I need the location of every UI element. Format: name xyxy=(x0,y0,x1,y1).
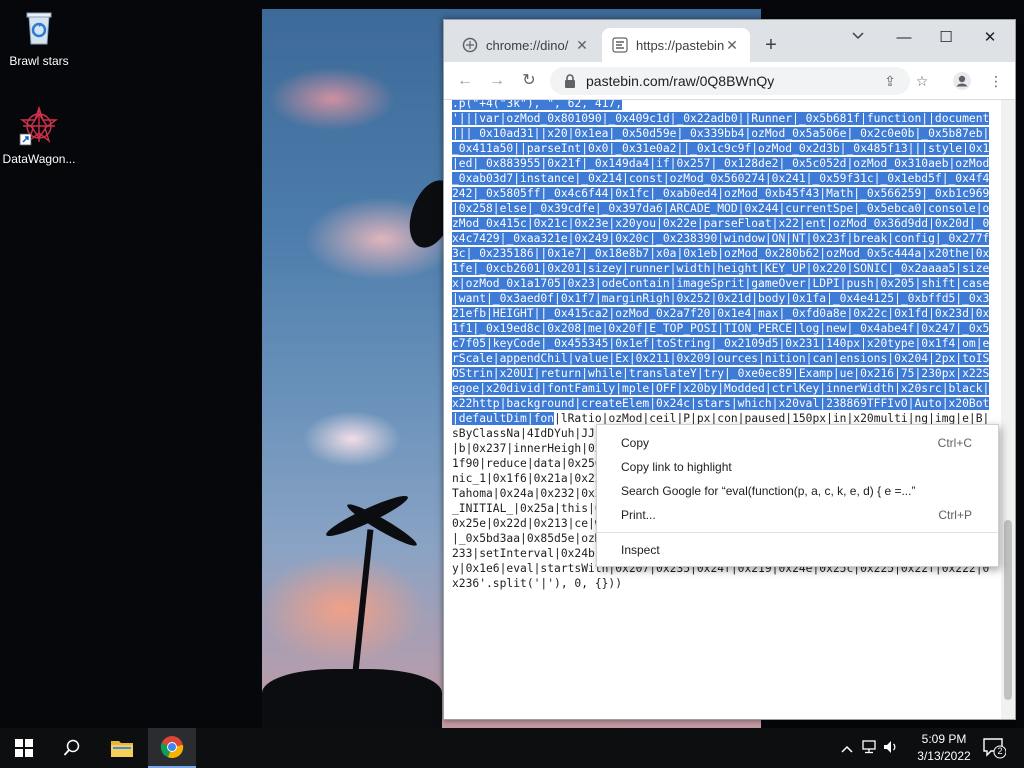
desktop-icon-brawl-stars[interactable]: Brawl stars xyxy=(0,8,78,68)
datawagon-shortcut-icon xyxy=(19,105,59,146)
volume-icon[interactable] xyxy=(880,740,902,757)
puzzle-icon xyxy=(462,37,478,53)
notification-count: 2 xyxy=(997,746,1003,756)
context-menu: Copy Ctrl+C Copy link to highlight Searc… xyxy=(596,424,999,567)
tab-close-icon[interactable]: ✕ xyxy=(724,37,740,54)
start-button[interactable] xyxy=(0,728,48,768)
taskbar-file-explorer[interactable] xyxy=(98,728,146,768)
system-tray xyxy=(836,728,902,768)
lock-icon[interactable] xyxy=(562,73,578,89)
maximize-button[interactable]: ☐ xyxy=(926,26,966,50)
browser-toolbar: ← → ↻ pastebin.com/raw/0Q8BWnQy ⇪ ☆ ⋮ xyxy=(444,62,1015,100)
windows-logo-icon xyxy=(15,739,33,757)
page-content: .p("+4("3k"), ", 62, 417, '|||var|ozMod_… xyxy=(444,100,1015,719)
minimize-button[interactable]: — xyxy=(884,26,924,50)
menu-item-shortcut: Ctrl+C xyxy=(937,436,972,450)
desktop-icon-label: Brawl stars xyxy=(9,54,69,68)
tab-title: chrome://dino/ xyxy=(486,37,569,53)
share-icon[interactable]: ⇪ xyxy=(880,71,900,91)
desktop-icon-label: DataWagon... xyxy=(2,152,76,166)
folder-icon xyxy=(111,741,133,757)
menu-item-search-google[interactable]: Search Google for “eval(function(p, a, c… xyxy=(597,479,998,503)
tab-pastebin[interactable]: https://pastebin ✕ xyxy=(602,28,750,62)
menu-item-copy-link-to-highlight[interactable]: Copy link to highlight xyxy=(597,455,998,479)
pastebin-icon xyxy=(612,37,628,53)
menu-item-print[interactable]: Print... Ctrl+P xyxy=(597,503,998,527)
chrome-window: chrome://dino/ ✕ https://pastebin ✕ + — … xyxy=(443,19,1016,720)
search-icon xyxy=(63,739,80,756)
forward-button[interactable]: → xyxy=(486,70,508,92)
taskbar-chrome[interactable] xyxy=(148,728,196,768)
tab-strip: chrome://dino/ ✕ https://pastebin ✕ + — … xyxy=(444,20,1015,62)
close-window-button[interactable]: ✕ xyxy=(970,26,1010,50)
url-text: pastebin.com/raw/0Q8BWnQy xyxy=(586,73,775,89)
network-icon[interactable] xyxy=(858,739,880,757)
recycle-bin-icon xyxy=(19,8,59,48)
profile-icon[interactable] xyxy=(952,71,972,91)
menu-item-label: Copy link to highlight xyxy=(621,460,732,474)
taskbar-clock[interactable]: 5:09 PM 3/13/2022 xyxy=(906,731,982,765)
tab-chrome-dino[interactable]: chrome://dino/ ✕ xyxy=(452,28,600,62)
desktop-icon-datawagon[interactable]: DataWagon... xyxy=(0,105,78,166)
menu-item-label: Inspect xyxy=(621,543,660,557)
menu-separator xyxy=(597,532,998,533)
menu-item-label: Print... xyxy=(621,508,656,522)
vertical-scrollbar[interactable] xyxy=(1001,100,1015,719)
clock-time: 5:09 PM xyxy=(921,732,967,746)
clock-date: 3/13/2022 xyxy=(917,749,971,763)
bookmark-star-icon[interactable]: ☆ xyxy=(912,71,932,91)
menu-item-shortcut: Ctrl+P xyxy=(938,508,972,522)
scroll-thumb[interactable] xyxy=(1004,520,1012,700)
menu-item-label: Search Google for “eval(function(p, a, c… xyxy=(621,484,916,498)
taskbar: 5:09 PM 3/13/2022 2 xyxy=(0,728,1024,768)
reload-button[interactable]: ↻ xyxy=(518,70,540,92)
tab-search-icon[interactable] xyxy=(848,30,868,44)
taskbar-search-button[interactable] xyxy=(48,728,96,768)
new-tab-button[interactable]: + xyxy=(760,34,782,57)
chrome-icon xyxy=(160,736,184,759)
chevron-up-icon[interactable] xyxy=(836,741,858,756)
kebab-menu-icon[interactable]: ⋮ xyxy=(986,71,1006,91)
menu-item-label: Copy xyxy=(621,436,650,450)
tab-title: https://pastebin xyxy=(636,37,724,53)
back-button[interactable]: ← xyxy=(454,70,476,92)
address-bar[interactable]: pastebin.com/raw/0Q8BWnQy xyxy=(550,67,910,95)
tab-close-icon[interactable]: ✕ xyxy=(574,37,590,54)
menu-item-inspect[interactable]: Inspect xyxy=(597,538,998,562)
notification-center-button[interactable]: 2 xyxy=(982,736,1007,760)
menu-item-copy[interactable]: Copy Ctrl+C xyxy=(597,431,998,455)
selected-text[interactable]: .p("+4("3k"), ", 62, 417, '|||var|ozMod_… xyxy=(452,100,990,425)
